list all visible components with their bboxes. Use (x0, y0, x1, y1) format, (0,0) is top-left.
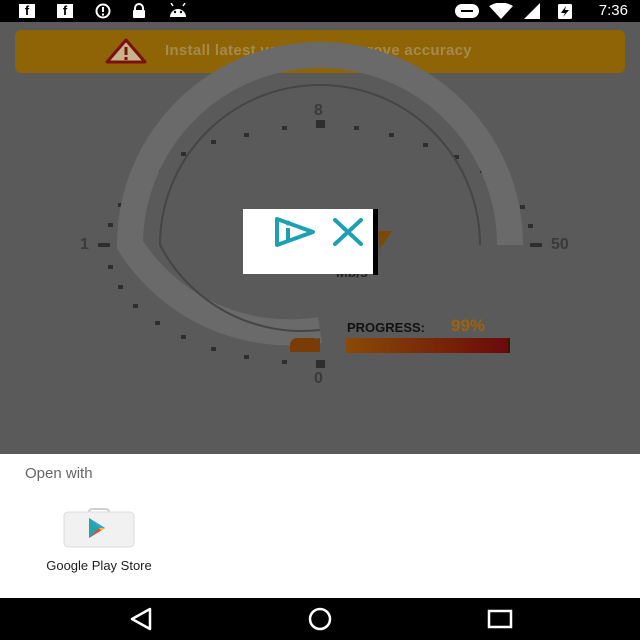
gauge-label-min: 1 (80, 236, 89, 253)
progress-fill (346, 338, 509, 353)
status-bar: f f 7:36 (0, 0, 640, 22)
battery-charging-icon (557, 3, 573, 19)
wifi-icon (488, 3, 514, 19)
gauge-label-max: 50 (551, 236, 569, 253)
home-icon[interactable] (305, 606, 335, 632)
data-saver-icon (94, 3, 112, 19)
facebook-icon: f (57, 4, 73, 18)
sheet-title: Open with (25, 465, 93, 482)
app-name: Google Play Store (46, 558, 152, 573)
ad-info-icon[interactable] (273, 215, 317, 249)
gauge-label-top: 8 (314, 102, 323, 119)
progress-value: 99% (451, 316, 486, 335)
close-icon[interactable] (331, 217, 365, 247)
toggle-icon (455, 3, 479, 19)
app-option-google-play-store[interactable]: Google Play Store (28, 502, 170, 580)
gauge-label-bottom: 0 (314, 370, 323, 387)
open-with-sheet: Open with Google Play Store (0, 454, 640, 598)
speed-test-screen: Install latest version to improve accura… (0, 22, 640, 454)
gauge-needle (378, 231, 392, 249)
status-time: 7:36 (598, 2, 628, 19)
recents-icon[interactable] (485, 606, 515, 632)
lock-icon (131, 3, 147, 19)
facebook-icon: f (19, 4, 35, 18)
progress-label: PROGRESS: (347, 320, 426, 335)
ad-overlay[interactable] (243, 209, 377, 274)
play-store-icon (63, 508, 135, 548)
android-icon (168, 3, 188, 19)
progress-bar (346, 338, 510, 353)
navigation-bar (0, 598, 640, 640)
signal-icon (523, 3, 541, 19)
back-icon[interactable] (127, 606, 157, 632)
